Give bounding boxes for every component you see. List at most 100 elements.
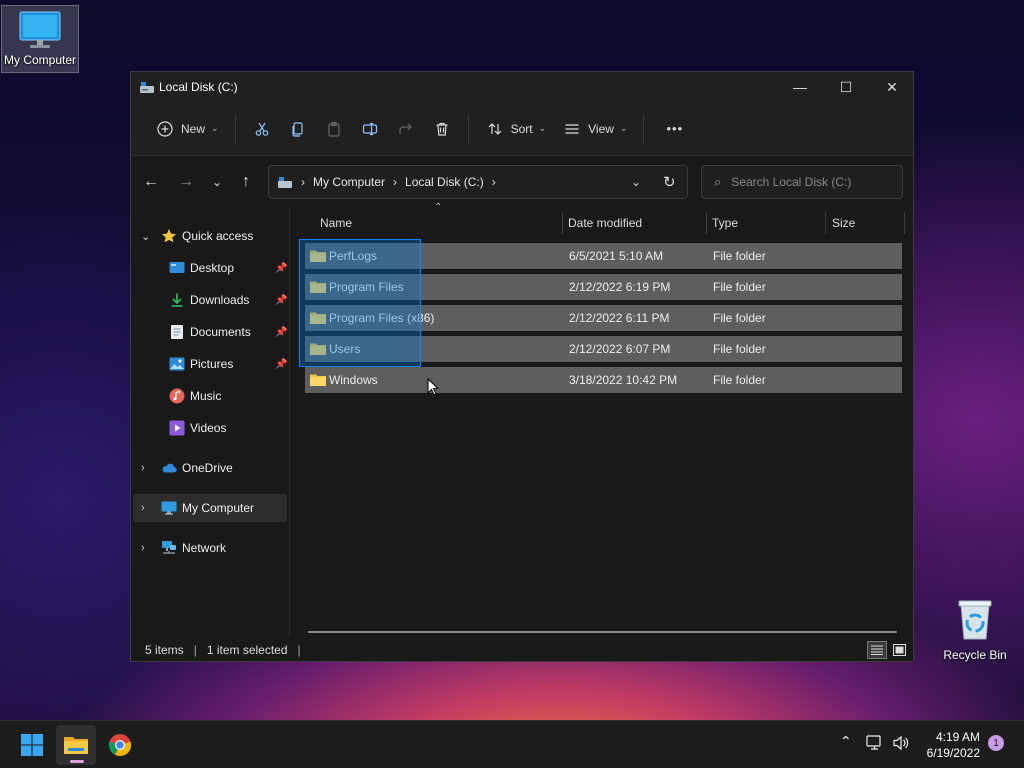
network-status-icon[interactable]	[866, 735, 884, 754]
plus-circle-icon	[155, 119, 175, 139]
nav-network[interactable]: › Network	[135, 534, 285, 562]
column-header-date[interactable]: Date modified	[568, 208, 704, 238]
sort-button[interactable]: Sort ⌄	[477, 113, 555, 145]
details-view-icon	[871, 645, 883, 655]
desktop-icon-recycle-bin[interactable]: Recycle Bin	[936, 597, 1014, 662]
chevron-right-icon: ›	[491, 175, 496, 189]
clock[interactable]: 4:19 AM 6/19/2022	[918, 729, 980, 761]
nav-onedrive[interactable]: › OneDrive	[135, 454, 285, 482]
nav-label: Desktop	[190, 261, 235, 275]
divider	[467, 114, 469, 143]
address-dropdown-button[interactable]: ⌄	[631, 175, 641, 189]
desktop-icon-label: My Computer	[3, 53, 77, 67]
nav-quick-access[interactable]: ⌄ Quick access	[135, 222, 285, 250]
folder-icon	[310, 374, 326, 386]
file-date: 2/12/2022 6:11 PM	[569, 311, 670, 325]
chevron-up-icon[interactable]: ⌃	[840, 733, 852, 750]
windows-logo-icon	[21, 734, 43, 756]
nav-item-documents[interactable]: Documents 📌	[135, 318, 288, 346]
horizontal-scrollbar[interactable]	[308, 631, 897, 633]
file-type: File folder	[713, 342, 766, 356]
maximize-icon: ☐	[839, 78, 853, 95]
divider	[643, 114, 645, 143]
search-icon: ⌕	[714, 174, 722, 189]
search-input[interactable]	[731, 175, 882, 189]
new-label: New	[181, 121, 206, 136]
breadcrumb-local-disk[interactable]: Local Disk (C:)	[405, 175, 484, 189]
clock-time: 4:19 AM	[935, 730, 980, 744]
maximize-button[interactable]: ☐	[823, 72, 869, 102]
column-resize-handle[interactable]	[825, 212, 826, 234]
drive-icon	[140, 82, 154, 93]
music-icon	[169, 388, 185, 404]
nav-label: My Computer	[182, 501, 255, 515]
share-button[interactable]	[388, 113, 424, 145]
address-bar[interactable]: › My Computer › Local Disk (C:) › ⌄ ↻	[268, 165, 688, 199]
up-button[interactable]: ↑	[232, 168, 260, 196]
cut-button[interactable]	[244, 113, 280, 145]
minimize-icon: —	[793, 79, 807, 95]
chevron-right-icon: ›	[141, 462, 145, 474]
file-type: File folder	[713, 373, 766, 387]
sort-label: Sort	[510, 121, 533, 136]
column-resize-handle[interactable]	[706, 212, 707, 234]
volume-icon[interactable]	[892, 735, 910, 754]
title-bar[interactable]: Local Disk (C:) — ☐ ✕	[131, 72, 913, 102]
nav-item-pictures[interactable]: Pictures 📌	[135, 350, 287, 378]
nav-label: Downloads	[190, 293, 250, 307]
nav-item-videos[interactable]: Videos	[135, 414, 285, 442]
column-resize-handle[interactable]	[904, 212, 905, 234]
paste-button[interactable]	[316, 113, 352, 145]
column-label: Type	[712, 216, 739, 230]
column-header-type[interactable]: Type	[712, 208, 822, 238]
nav-item-music[interactable]: Music	[135, 382, 285, 410]
taskbar-chrome[interactable]	[100, 725, 140, 765]
refresh-button[interactable]: ↻	[663, 173, 676, 191]
monitor-icon	[19, 11, 61, 48]
nav-item-desktop[interactable]: Desktop 📌	[135, 254, 287, 282]
nav-my-computer[interactable]: › My Computer	[133, 494, 287, 522]
more-options-button[interactable]: •••	[652, 113, 691, 145]
column-label: Name	[320, 216, 353, 230]
taskbar: ⌃ 4:19 AM 6/19/2022	[0, 720, 1024, 768]
nav-label: Network	[182, 541, 227, 555]
nav-label: Pictures	[190, 357, 234, 371]
start-button[interactable]	[12, 725, 52, 765]
notification-badge[interactable]: 1	[988, 735, 1004, 751]
taskbar-file-explorer[interactable]	[56, 725, 96, 765]
back-button[interactable]: ←	[137, 168, 165, 196]
delete-button[interactable]	[424, 113, 460, 145]
breadcrumb-my-computer[interactable]: My Computer	[313, 175, 385, 189]
scissors-icon	[252, 119, 272, 139]
document-icon	[169, 324, 185, 340]
column-resize-handle[interactable]	[562, 212, 563, 234]
chevron-down-icon: ⌄	[619, 123, 628, 133]
chevron-right-icon: ›	[141, 542, 145, 554]
chevron-right-icon: ›	[141, 502, 145, 514]
sort-icon	[485, 119, 505, 139]
arrow-right-icon: →	[178, 173, 194, 190]
search-box[interactable]: ⌕	[701, 165, 903, 199]
nav-label: Documents	[190, 325, 251, 339]
forward-button[interactable]: →	[172, 168, 200, 196]
close-button[interactable]: ✕	[869, 72, 915, 102]
nav-label: Videos	[190, 421, 227, 435]
column-header-row: ⌃ Name Date modified Type Size	[301, 202, 905, 238]
selection-marquee	[299, 239, 421, 367]
column-header-size[interactable]: Size	[832, 208, 902, 238]
nav-item-downloads[interactable]: Downloads 📌	[135, 286, 287, 314]
view-label: View	[588, 121, 614, 136]
copy-button[interactable]	[280, 113, 316, 145]
tiles-view-button[interactable]	[890, 641, 908, 659]
recent-locations-button[interactable]: ⌄	[203, 168, 231, 196]
pin-icon: 📌	[275, 326, 288, 338]
pane-divider[interactable]	[289, 208, 290, 636]
table-row[interactable]: Windows 3/18/2022 10:42 PM File folder	[305, 367, 902, 393]
desktop-icon-my-computer[interactable]: My Computer	[1, 5, 79, 73]
rename-button[interactable]	[352, 113, 388, 145]
view-button[interactable]: View ⌄	[554, 113, 635, 145]
new-button[interactable]: New ⌄	[147, 113, 227, 145]
minimize-button[interactable]: —	[777, 72, 823, 102]
column-header-name[interactable]: Name	[320, 208, 560, 238]
details-view-button[interactable]	[867, 641, 887, 659]
